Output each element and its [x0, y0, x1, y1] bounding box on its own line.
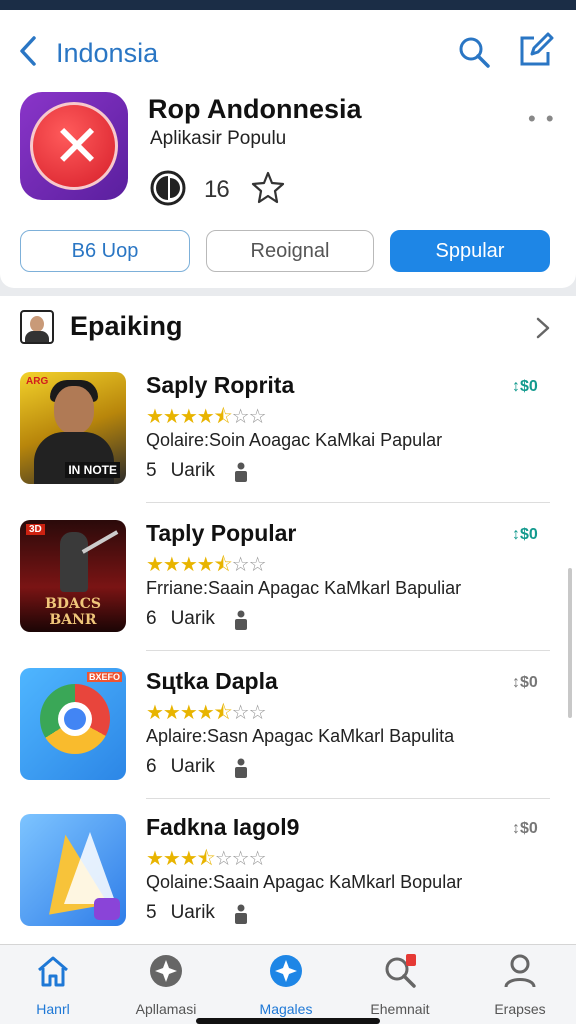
more-options-icon[interactable]: • • [528, 106, 556, 132]
segment-button-right[interactable]: Sppular [390, 230, 550, 272]
tab-label: Ehemnait [370, 1001, 430, 1017]
thumbnail-tag: BXEFO [86, 672, 122, 682]
app-subtitle: Aplikasir Populu [150, 128, 287, 149]
list-item[interactable]: 3D BDACS BANR Taply Popular ↕$0 ★★★★⯪☆☆ … [0, 520, 576, 668]
item-name: Fadkna Iagol9 [146, 814, 300, 840]
item-rank: 6 Uarik [146, 608, 215, 629]
item-rank: 5 Uarik [146, 902, 215, 923]
item-rank: 6 Uarik [146, 756, 215, 777]
status-bar [0, 0, 576, 10]
item-description: Aplaire:Sasn Apagac KaMkarl Bapulіta [146, 726, 455, 746]
item-description: Qolaire:Soin Aoagac KaMkai Papular [146, 430, 443, 450]
item-price[interactable]: ↕$0 [512, 378, 538, 396]
item-name: Sцtka Dapla [146, 668, 278, 694]
thumbnail-tag: ARG [26, 376, 49, 387]
tab-home[interactable]: Hanrl [5, 953, 101, 1017]
divider [146, 798, 550, 799]
list-item[interactable]: BXEFO Sцtka Dapla ↕$0 ★★★★⯪☆☆ Aplaire:Sa… [0, 668, 576, 816]
person-icon [235, 610, 247, 630]
search-icon[interactable] [456, 34, 492, 70]
section-header[interactable]: Epaiking [0, 296, 576, 360]
app-meta-number: 16 [204, 176, 230, 203]
divider [146, 502, 550, 503]
app-thumbnail[interactable] [20, 814, 126, 926]
item-rank: 5 Uarik [146, 460, 215, 481]
app-thumbnail[interactable]: BXEFO [20, 668, 126, 780]
edit-icon[interactable] [516, 32, 554, 70]
divider [146, 650, 550, 651]
thumbnail-title: BDACS BANR [44, 596, 102, 628]
tab-apps[interactable]: Apllamasi [118, 953, 214, 1017]
nav-title: Indonsia [56, 38, 159, 68]
tab-profile[interactable]: Erapses [472, 953, 568, 1017]
item-price[interactable]: ↕$0 [512, 526, 538, 544]
compass-active-icon [270, 955, 302, 987]
person-icon [235, 904, 247, 924]
compass-icon [150, 955, 182, 987]
item-description: Qolaine:Saain Apagac KaMkarl Bopular [146, 872, 463, 892]
scrollbar[interactable] [568, 568, 572, 718]
chevron-right-icon[interactable] [534, 316, 552, 340]
x-mark-app-icon: ✕ [20, 92, 128, 200]
nav-bar: Indonsia [0, 28, 576, 78]
section-title: Epaiking [70, 311, 183, 341]
item-description: Frriane:Saain Apagac KaMkarl Bapulіar [146, 578, 462, 598]
home-indicator[interactable] [196, 1018, 380, 1024]
home-icon [38, 956, 68, 987]
item-price[interactable]: ↕$0 [512, 820, 538, 838]
tab-label: Magales [259, 1001, 313, 1017]
list-item[interactable]: Fadkna Iagol9 ↕$0 ★★★⯪☆☆☆ Qolaine:Saain … [0, 814, 576, 962]
circle-badge-icon [150, 170, 186, 206]
thumbnail-tag: 3D [26, 524, 45, 535]
app-header-card: Indonsia ✕ Rop Andonnesia Aplikasir Popu… [0, 10, 576, 288]
segment-button-left[interactable]: B6 Uop [20, 230, 190, 272]
item-name: Saply Roprita [146, 372, 295, 398]
star-outline-icon[interactable] [250, 170, 286, 206]
item-price[interactable]: ↕$0 [512, 674, 538, 692]
person-icon [235, 758, 247, 778]
tab-label: Hanrl [36, 1001, 70, 1017]
list-item[interactable]: ARG IN NOTE Saply Roprita ↕$0 ★★★★⯪☆☆ Qo… [0, 372, 576, 520]
app-thumbnail[interactable]: 3D BDACS BANR [20, 520, 126, 632]
tab-games[interactable]: Magales [238, 953, 334, 1017]
tab-search[interactable]: Ehemnait [352, 953, 448, 1017]
person-icon [504, 954, 536, 988]
app-thumbnail[interactable]: ARG IN NOTE [20, 372, 126, 484]
app-name: Rop Andonnesia [148, 94, 362, 124]
search-badge-icon [385, 954, 416, 988]
avatar-icon [20, 310, 54, 344]
person-icon [235, 462, 247, 482]
ranking-list: Epaiking ARG IN NOTE Saply Roprita ↕$0 ★… [0, 296, 576, 944]
tab-label: Erapses [494, 1001, 546, 1017]
tab-bar: Hanrl Apllamasi Magales Ehemnait Erapses [0, 944, 576, 1024]
item-name: Taply Popular [146, 520, 297, 546]
tab-label: Apllamasi [135, 1001, 197, 1017]
chevron-left-icon[interactable] [16, 34, 40, 68]
thumbnail-corner-label: IN NOTE [65, 462, 120, 478]
segment-button-middle[interactable]: Reoignal [206, 230, 374, 272]
